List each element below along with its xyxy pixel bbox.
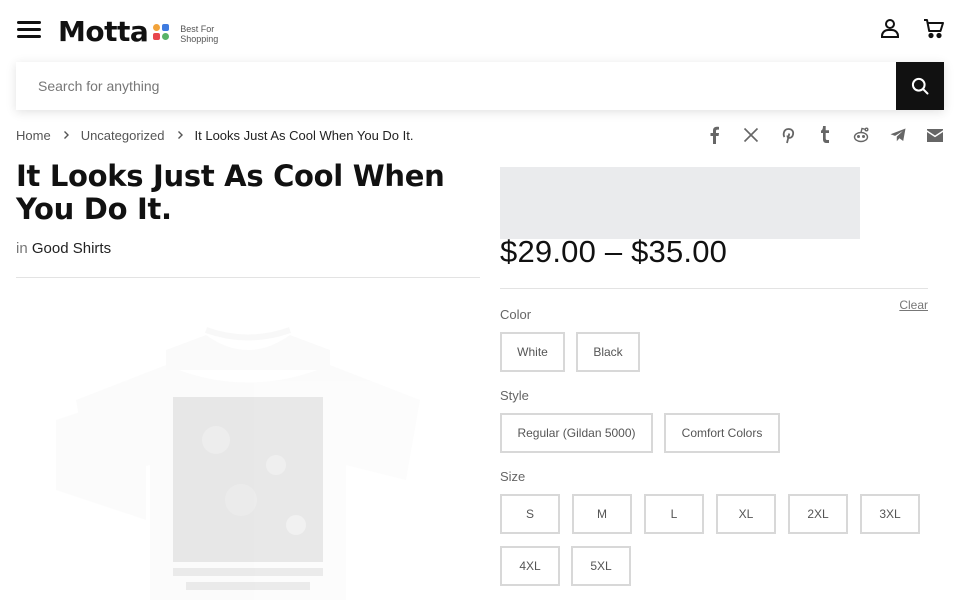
price-range: $29.00 – $35.00	[500, 234, 728, 269]
divider	[500, 288, 928, 289]
style-option-comfort-colors[interactable]: Comfort Colors	[664, 413, 780, 453]
category-link[interactable]: Good Shirts	[32, 240, 111, 257]
reddit-icon[interactable]	[850, 124, 872, 146]
size-option-4xl[interactable]: 4XL	[500, 546, 560, 586]
product-category: in Good Shirts	[16, 240, 111, 257]
logo-tagline-line-2: Shopping	[180, 33, 219, 44]
account-icon[interactable]	[878, 16, 902, 40]
site-logo[interactable]: Motta Best For Shopping	[58, 14, 218, 48]
style-option-regular[interactable]: Regular (Gildan 5000)	[500, 413, 653, 453]
search-icon	[911, 77, 929, 95]
telegram-icon[interactable]	[887, 124, 909, 146]
divider	[16, 277, 480, 278]
breadcrumb-home[interactable]: Home	[16, 128, 51, 143]
product-image[interactable]	[16, 290, 480, 600]
email-icon[interactable]	[924, 124, 946, 146]
site-header: Motta Best For Shopping	[0, 0, 960, 60]
breadcrumb-current: It Looks Just As Cool When You Do It.	[194, 127, 414, 143]
cart-icon[interactable]	[922, 16, 946, 40]
menu-icon[interactable]	[17, 19, 41, 39]
x-twitter-icon[interactable]	[740, 124, 762, 146]
logo-mark-icon	[153, 24, 171, 42]
color-option-white[interactable]: White	[500, 332, 565, 372]
chevron-right-icon	[62, 130, 70, 140]
color-label: Color	[500, 307, 532, 322]
style-label: Style	[500, 388, 529, 403]
size-option-l[interactable]: L	[644, 494, 704, 534]
product-title: It Looks Just As Cool When You Do It.	[16, 159, 445, 226]
size-option-3xl[interactable]: 3XL	[860, 494, 920, 534]
search-button[interactable]	[896, 62, 944, 110]
size-option-s[interactable]: S	[500, 494, 560, 534]
color-option-black[interactable]: Black	[576, 332, 640, 372]
breadcrumb: Home Uncategorized It Looks Just As Cool…	[16, 126, 413, 144]
image-placeholder	[500, 167, 860, 239]
facebook-icon[interactable]	[703, 124, 725, 146]
logo-text: Motta	[58, 14, 149, 48]
clear-selection-link[interactable]: Clear	[899, 298, 928, 312]
size-option-5xl[interactable]: 5XL	[571, 546, 631, 586]
size-option-m[interactable]: M	[572, 494, 632, 534]
breadcrumb-category[interactable]: Uncategorized	[81, 128, 165, 143]
logo-tagline: Best For Shopping	[180, 24, 218, 44]
search-input[interactable]	[16, 62, 888, 110]
search-bar	[16, 62, 944, 110]
category-prefix: in	[16, 240, 28, 257]
pinterest-icon[interactable]	[777, 124, 799, 146]
chevron-right-icon	[176, 130, 184, 140]
logo-tagline-line-1: Best For	[180, 23, 215, 34]
tumblr-icon[interactable]	[814, 124, 836, 146]
size-option-xl[interactable]: XL	[716, 494, 776, 534]
size-option-2xl[interactable]: 2XL	[788, 494, 848, 534]
size-label: Size	[500, 469, 526, 484]
